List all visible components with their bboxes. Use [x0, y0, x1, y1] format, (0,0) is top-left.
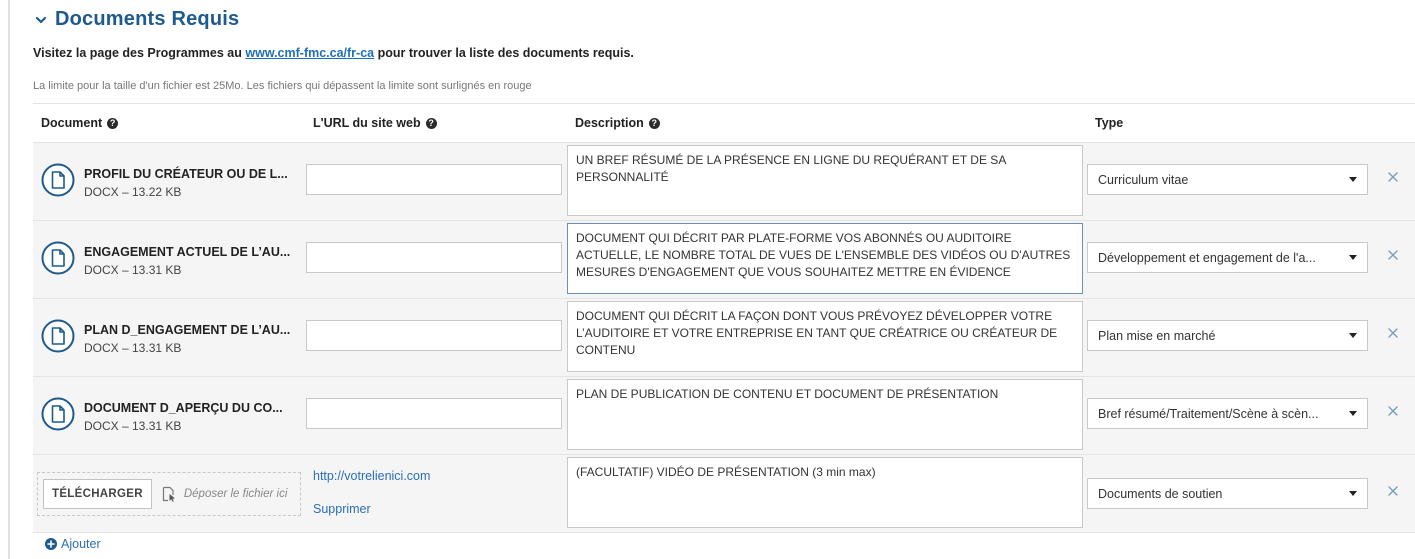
drop-file-icon	[162, 486, 175, 502]
section-header[interactable]: Documents Requis	[33, 8, 239, 31]
type-select-value: Bref résumé/Traitement/Scène à scèn...	[1098, 406, 1319, 421]
file-size-limit-note: La limite pour la taille d'un fichier es…	[33, 80, 532, 92]
url-input[interactable]	[306, 320, 562, 351]
close-icon[interactable]	[1386, 326, 1400, 340]
type-select-value: Plan mise en marché	[1098, 328, 1216, 343]
document-name[interactable]: PLAN D_ENGAGEMENT DE L’AU...	[84, 323, 290, 337]
document-meta: DOCX – 13.22 KB	[84, 185, 182, 199]
chevron-down-icon[interactable]	[33, 12, 49, 28]
header-document-label: Document	[41, 116, 103, 130]
close-icon[interactable]	[1386, 484, 1400, 498]
header-url: L'URL du site web ?	[313, 116, 437, 130]
document-meta: DOCX – 13.31 KB	[84, 419, 182, 433]
description-field[interactable]: DOCUMENT QUI DÉCRIT PAR PLATE-FORME VOS …	[567, 223, 1083, 294]
intro-text: Visitez la page des Programmes au www.cm…	[33, 46, 634, 60]
table-header: Document ? L'URL du site web ? Descripti…	[33, 103, 1415, 143]
url-input[interactable]	[306, 398, 562, 429]
delete-link[interactable]: Supprimer	[313, 502, 371, 516]
close-icon[interactable]	[1386, 170, 1400, 184]
type-select-value: Documents de soutien	[1098, 486, 1223, 501]
description-field[interactable]: UN BREF RÉSUMÉ DE LA PRÉSENCE EN LIGNE D…	[567, 145, 1083, 216]
url-input[interactable]	[306, 242, 562, 273]
document-meta: DOCX – 13.31 KB	[84, 263, 182, 277]
header-document: Document ?	[41, 116, 119, 130]
upload-button[interactable]: TÉLÉCHARGER	[43, 479, 152, 509]
caret-down-icon	[1349, 255, 1357, 260]
table-row: PROFIL DU CRÉATEUR OU DE L... DOCX – 13.…	[33, 143, 1415, 221]
type-select-value: Curriculum vitae	[1098, 172, 1189, 187]
document-icon	[41, 319, 75, 353]
header-description-label: Description	[575, 116, 644, 130]
table-row: DOCUMENT D_APERÇU DU CO... DOCX – 13.31 …	[33, 377, 1415, 455]
document-icon	[41, 163, 75, 197]
intro-text-after: pour trouver la liste des documents requ…	[374, 46, 634, 60]
caret-down-icon	[1349, 333, 1357, 338]
drop-file-text: Déposer le fichier ici	[183, 488, 288, 500]
description-field[interactable]: PLAN DE PUBLICATION DE CONTENU ET DOCUME…	[567, 379, 1083, 450]
caret-down-icon	[1349, 411, 1357, 416]
type-select[interactable]: Développement et engagement de l'a...	[1087, 242, 1368, 273]
document-icon	[41, 397, 75, 431]
description-field[interactable]: DOCUMENT QUI DÉCRIT LA FAÇON DONT VOUS P…	[567, 301, 1083, 372]
type-select-value: Développement et engagement de l'a...	[1098, 250, 1316, 265]
header-url-label: L'URL du site web	[313, 116, 421, 130]
document-icon	[41, 241, 75, 275]
plus-circle-icon	[45, 538, 57, 550]
website-url-link[interactable]: http://votrelienici.com	[313, 469, 430, 483]
type-select[interactable]: Plan mise en marché	[1087, 320, 1368, 351]
type-select[interactable]: Documents de soutien	[1087, 478, 1368, 509]
type-select[interactable]: Bref résumé/Traitement/Scène à scèn...	[1087, 398, 1368, 429]
intro-text-before: Visitez la page des Programmes au	[33, 46, 246, 60]
section-title: Documents Requis	[55, 8, 240, 30]
add-label: Ajouter	[61, 537, 101, 551]
help-icon[interactable]: ?	[425, 117, 437, 129]
programs-link[interactable]: www.cmf-fmc.ca/fr-ca	[245, 46, 374, 60]
help-icon[interactable]: ?	[107, 117, 119, 129]
upload-row: TÉLÉCHARGER Déposer le fichier ici http:…	[33, 455, 1415, 533]
header-type-label: Type	[1095, 116, 1124, 130]
documents-table: Document ? L'URL du site web ? Descripti…	[33, 103, 1415, 533]
left-border	[8, 0, 10, 559]
document-name[interactable]: DOCUMENT D_APERÇU DU CO...	[84, 401, 283, 415]
table-row: PLAN D_ENGAGEMENT DE L’AU... DOCX – 13.3…	[33, 299, 1415, 377]
caret-down-icon	[1349, 177, 1357, 182]
document-name[interactable]: ENGAGEMENT ACTUEL DE L’AU...	[84, 245, 290, 259]
header-description: Description ?	[575, 116, 660, 130]
table-row: ENGAGEMENT ACTUEL DE L’AU... DOCX – 13.3…	[33, 221, 1415, 299]
description-field[interactable]: (FACULTATIF) VIDÉO DE PRÉSENTATION (3 mi…	[567, 457, 1083, 528]
document-name[interactable]: PROFIL DU CRÉATEUR OU DE L...	[84, 167, 288, 181]
close-icon[interactable]	[1386, 404, 1400, 418]
caret-down-icon	[1349, 491, 1357, 496]
type-select[interactable]: Curriculum vitae	[1087, 164, 1368, 195]
header-type: Type	[1095, 116, 1123, 130]
file-drop-zone[interactable]: TÉLÉCHARGER Déposer le fichier ici	[37, 472, 301, 516]
close-icon[interactable]	[1386, 248, 1400, 262]
add-button[interactable]: Ajouter	[45, 537, 101, 551]
url-input[interactable]	[306, 164, 562, 195]
help-icon[interactable]: ?	[648, 117, 660, 129]
document-meta: DOCX – 13.31 KB	[84, 341, 182, 355]
